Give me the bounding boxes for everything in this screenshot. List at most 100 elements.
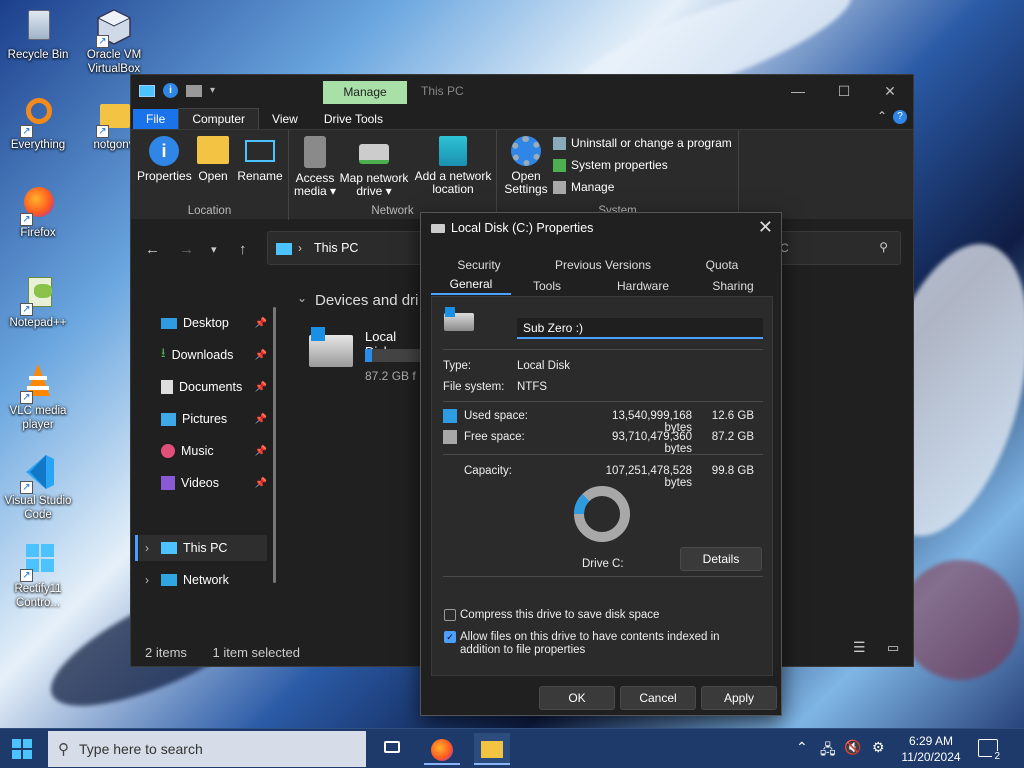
network-icon[interactable]: 🖧 bbox=[820, 739, 836, 763]
access-media-button[interactable]: Access media ▾ bbox=[293, 136, 337, 198]
tiles-view-icon[interactable]: ▭ bbox=[887, 640, 899, 656]
tab-sharing[interactable]: Sharing bbox=[705, 279, 761, 293]
help-icon[interactable]: ? bbox=[893, 110, 907, 124]
sidebar-item-music[interactable]: Music 📌 bbox=[161, 439, 271, 463]
sidebar-item-documents[interactable]: Documents 📌 bbox=[161, 375, 271, 399]
rename-button[interactable]: Rename bbox=[235, 136, 285, 183]
uninstall-program-item[interactable]: Uninstall or change a program bbox=[553, 136, 732, 150]
tab-previous-versions[interactable]: Previous Versions bbox=[549, 258, 657, 272]
tab-drive-tools[interactable]: Drive Tools bbox=[311, 109, 396, 129]
tab-hardware[interactable]: Hardware bbox=[613, 279, 673, 293]
drive-usage-bar bbox=[365, 349, 421, 362]
desktop-icon-recycle-bin[interactable]: Recycle Bin bbox=[0, 6, 76, 62]
desktop-icon-label: Oracle VM VirtualBox bbox=[86, 49, 142, 75]
desktop-icon-vlc[interactable]: ↗ VLC media player bbox=[0, 362, 76, 432]
maximize-button[interactable]: ☐ bbox=[821, 75, 867, 107]
notification-center-button[interactable]: 2 bbox=[978, 739, 1002, 762]
collapse-ribbon-icon[interactable]: ⌃ bbox=[877, 109, 887, 123]
sidebar-item-label: This PC bbox=[183, 541, 228, 555]
ribbon-tabs: File Computer View Drive Tools ⌃ ? bbox=[131, 107, 913, 129]
desktop-icon-label: Visual Studio Code bbox=[4, 495, 72, 521]
properties-icon[interactable]: i bbox=[163, 83, 178, 98]
folder-open-icon bbox=[197, 136, 229, 164]
tab-security[interactable]: Security bbox=[445, 258, 513, 272]
clock-date: 11/20/2024 bbox=[901, 750, 961, 764]
dialog-titlebar[interactable]: Local Disk (C:) Properties bbox=[431, 221, 593, 235]
forward-arrow-icon[interactable]: → bbox=[179, 241, 194, 258]
desktop-icon bbox=[161, 317, 177, 329]
properties-button[interactable]: i Properties bbox=[137, 136, 192, 183]
desktop-icon-everything[interactable]: ↗ Everything bbox=[0, 96, 76, 152]
new-folder-icon[interactable] bbox=[186, 84, 202, 97]
index-label: Allow files on this drive to have conten… bbox=[460, 631, 720, 656]
recent-locations-chevron-icon[interactable]: ▾ bbox=[211, 243, 217, 256]
up-arrow-icon[interactable]: ↑ bbox=[239, 241, 247, 258]
tab-general[interactable]: General bbox=[431, 277, 511, 295]
tab-computer[interactable]: Computer bbox=[178, 108, 260, 129]
compress-checkbox[interactable] bbox=[444, 609, 456, 621]
tab-tools[interactable]: Tools bbox=[525, 279, 569, 293]
clock[interactable]: 6:29 AM 11/20/2024 bbox=[896, 733, 966, 765]
sidebar-item-desktop[interactable]: Desktop 📌 bbox=[161, 311, 271, 335]
start-button[interactable] bbox=[12, 739, 32, 759]
show-hidden-icons-chevron[interactable]: ⌃ bbox=[796, 739, 808, 756]
explorer-titlebar[interactable]: i ▾ Manage This PC — ☐ ✕ bbox=[131, 75, 913, 107]
back-arrow-icon[interactable]: ← bbox=[145, 241, 160, 258]
chevron-down-icon[interactable]: ▾ bbox=[210, 85, 215, 96]
tab-quota[interactable]: Quota bbox=[697, 258, 747, 272]
taskbar-search-input[interactable]: ⚲ Type here to search bbox=[48, 731, 366, 767]
map-network-drive-button[interactable]: Map network drive ▾ bbox=[337, 136, 411, 198]
sidebar-selected-bar bbox=[135, 535, 138, 561]
clock-time: 6:29 AM bbox=[908, 734, 954, 748]
section-header[interactable]: Devices and dri bbox=[315, 292, 418, 309]
task-view-button[interactable] bbox=[374, 733, 410, 765]
drive-free-text: 87.2 GB f bbox=[365, 369, 416, 383]
capacity-gb: 99.8 GB bbox=[711, 465, 754, 477]
section-chevron-icon[interactable]: ⌄ bbox=[297, 291, 307, 305]
taskbar: ⚲ Type here to search ⌃ 🖧 🔇 ⚙ 6:29 AM 11… bbox=[0, 728, 1024, 768]
taskbar-firefox[interactable] bbox=[424, 733, 460, 765]
desktop-icon-firefox[interactable]: ↗ Firefox bbox=[0, 184, 76, 240]
ok-button[interactable]: OK bbox=[539, 686, 615, 710]
open-settings-button[interactable]: Open Settings bbox=[501, 136, 551, 196]
sidebar-item-videos[interactable]: Videos 📌 bbox=[161, 471, 271, 495]
nav-scrollbar[interactable] bbox=[273, 307, 276, 583]
manage-item[interactable]: Manage bbox=[553, 180, 614, 194]
tab-manage[interactable]: Manage bbox=[323, 81, 407, 104]
tab-file[interactable]: File bbox=[133, 109, 179, 129]
close-button[interactable]: ✕ bbox=[867, 75, 913, 107]
details-view-icon[interactable]: ☰ bbox=[853, 639, 866, 656]
expand-chevron-icon[interactable]: › bbox=[145, 573, 149, 587]
vscode-icon: ↗ bbox=[18, 452, 58, 494]
details-button[interactable]: Details bbox=[680, 547, 762, 571]
sidebar-item-label: Documents bbox=[179, 380, 243, 394]
volume-muted-icon[interactable]: 🔇 bbox=[844, 739, 861, 756]
rename-label: Rename bbox=[237, 169, 283, 183]
folder-icon: ↗ bbox=[94, 96, 134, 138]
desktop-icon-vscode[interactable]: ↗ Visual Studio Code bbox=[0, 452, 76, 522]
apply-button[interactable]: Apply bbox=[701, 686, 777, 710]
sidebar-item-this-pc[interactable]: This PC bbox=[161, 536, 271, 560]
drive-label-input[interactable] bbox=[517, 318, 763, 339]
index-checkbox[interactable]: ✓ bbox=[444, 631, 456, 643]
breadcrumb-chevron-icon: › bbox=[298, 241, 302, 255]
close-icon[interactable]: ✕ bbox=[758, 217, 773, 238]
desktop-icon-notepadpp[interactable]: ↗ Notepad++ bbox=[0, 274, 76, 330]
tab-view[interactable]: View bbox=[259, 109, 311, 129]
cancel-button[interactable]: Cancel bbox=[620, 686, 696, 710]
add-network-location-button[interactable]: Add a network location bbox=[413, 136, 493, 196]
desktop-icon-rectify[interactable]: ↗ Rectify11 Contro... bbox=[0, 540, 76, 610]
network-icon bbox=[161, 574, 177, 586]
sidebar-item-downloads[interactable]: ⭳ Downloads 📌 bbox=[161, 343, 271, 367]
minimize-button[interactable]: — bbox=[775, 75, 821, 107]
pin-icon: 📌 bbox=[254, 381, 267, 393]
sidebar-item-pictures[interactable]: Pictures 📌 bbox=[161, 407, 271, 431]
desktop-icon-virtualbox[interactable]: ↗ Oracle VM VirtualBox bbox=[76, 6, 152, 76]
expand-chevron-icon[interactable]: › bbox=[145, 541, 149, 555]
taskbar-file-explorer[interactable] bbox=[474, 733, 510, 765]
open-button[interactable]: Open bbox=[193, 136, 233, 183]
drive-tile[interactable]: Local Disk 87.2 GB f bbox=[305, 325, 421, 385]
settings-gear-icon[interactable]: ⚙ bbox=[872, 739, 885, 756]
system-properties-item[interactable]: System properties bbox=[553, 158, 668, 172]
sidebar-item-network[interactable]: Network bbox=[161, 568, 271, 592]
